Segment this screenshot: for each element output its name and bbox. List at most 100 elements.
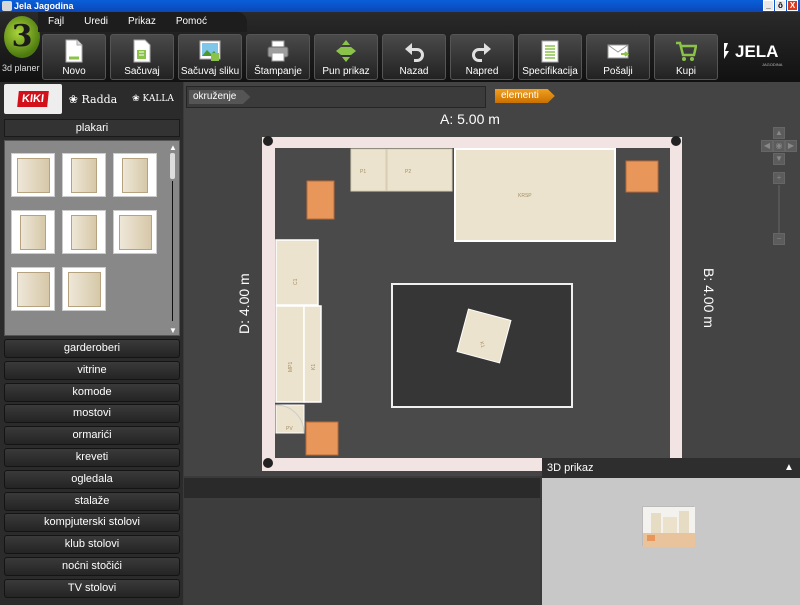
close-button[interactable]: X	[787, 0, 798, 11]
redo-button[interactable]: Napred	[450, 34, 514, 80]
menu-uredi[interactable]: Uredi	[74, 12, 118, 32]
tab-radda[interactable]: ❀ Radda	[64, 84, 122, 114]
save-document-icon	[133, 39, 151, 63]
app-window: Jela Jagodina _ ô X 3 3d planer Fajl Ure…	[0, 0, 800, 605]
specification-list-icon	[541, 40, 559, 63]
furniture-p2[interactable]	[386, 148, 453, 192]
furniture-c1-label: C1	[293, 278, 299, 285]
print-button[interactable]: Štampanje	[246, 34, 310, 80]
product-thumbnail[interactable]	[113, 210, 157, 254]
view-3d-title: 3D prikaz	[547, 462, 594, 474]
view-3d-header: 3D prikaz ▲	[542, 458, 800, 478]
category-garderoberi[interactable]: garderoberi	[4, 339, 180, 358]
dimension-a-label: A: 5.00 m	[440, 111, 500, 127]
product-thumbnail[interactable]	[11, 267, 55, 311]
menu-fajl[interactable]: Fajl	[38, 12, 74, 32]
product-thumbnail[interactable]	[62, 267, 106, 311]
category-komode[interactable]: komode	[4, 382, 180, 402]
category-selected-plakari[interactable]: plakari	[4, 119, 180, 137]
view-3d-preview[interactable]	[642, 506, 695, 547]
thumbnail-scrollbar[interactable]: ▲ ▼	[168, 141, 177, 335]
save-image-button[interactable]: Sačuvaj sliku	[178, 34, 242, 80]
scroll-thumb[interactable]	[170, 153, 175, 179]
corner-handle[interactable]	[263, 458, 273, 468]
pan-down-icon[interactable]: ▼	[773, 153, 785, 165]
brand-logo-name: JELA	[735, 42, 779, 61]
category-nocni-stocici[interactable]: noćni stočići	[4, 556, 180, 576]
specification-button[interactable]: Specifikacija	[518, 34, 582, 80]
new-button[interactable]: Novo	[42, 34, 106, 80]
undo-button[interactable]: Nazad	[382, 34, 446, 80]
corner-handle[interactable]	[263, 136, 273, 146]
breadcrumb-okruzenje[interactable]: okruženje	[189, 90, 251, 104]
category-ormarici[interactable]: ormarići	[4, 426, 180, 446]
full-view-button[interactable]: Pun prikaz	[314, 34, 378, 80]
zoom-slider-track[interactable]	[778, 185, 780, 233]
minimize-button[interactable]: _	[763, 0, 774, 11]
category-tv-stolovi[interactable]: TV stolovi	[4, 578, 180, 598]
tab-kalla[interactable]: ❀ KALLA	[124, 84, 182, 114]
save-image-icon	[199, 40, 221, 61]
menu-prikaz[interactable]: Prikaz	[118, 12, 166, 32]
send-envelope-icon	[607, 44, 629, 59]
specification-button-label: Specifikacija	[522, 66, 578, 77]
menu-bar: Fajl Uredi Prikaz Pomoć	[38, 12, 247, 32]
shopping-cart-icon	[676, 41, 697, 61]
category-vitrine[interactable]: vitrine	[4, 360, 180, 380]
maximize-button[interactable]: ô	[775, 0, 786, 11]
buy-button[interactable]: Kupi	[654, 34, 718, 80]
corner-handle[interactable]	[671, 136, 681, 146]
pan-center-icon[interactable]: ◉	[773, 140, 785, 152]
product-thumbnail[interactable]	[62, 153, 106, 197]
category-stalaze[interactable]: stalaže	[4, 491, 180, 511]
furniture-p1-label: P1	[360, 169, 366, 175]
category-kreveti[interactable]: kreveti	[4, 447, 180, 467]
title-bar: Jela Jagodina _ ô X	[0, 0, 800, 12]
furniture-krsp[interactable]	[454, 148, 616, 242]
product-thumbnail[interactable]	[11, 153, 55, 197]
room-plan-canvas[interactable]: P1 P2 KRSP C1 MP1 K1 PV K1 A: 5.00 m B: …	[184, 82, 800, 476]
view-3d-panel: 3D prikaz ▲	[542, 458, 800, 605]
furniture-orange-box[interactable]	[306, 180, 335, 220]
collapse-icon[interactable]: ▲	[782, 458, 796, 478]
pan-up-icon[interactable]: ▲	[773, 127, 785, 139]
furniture-mp[interactable]	[275, 305, 305, 403]
zoom-out-icon[interactable]: −	[773, 233, 785, 245]
printer-icon	[267, 40, 289, 62]
furniture-orange-box[interactable]	[305, 421, 339, 456]
pan-left-icon[interactable]: ◀	[761, 140, 773, 152]
furniture-c1[interactable]	[275, 239, 319, 306]
dimension-d-label: D: 4.00 m	[236, 273, 252, 334]
toolbar: Novo Sačuvaj Sačuvaj sliku Štampanje Pun…	[42, 34, 718, 80]
furniture-k[interactable]	[303, 305, 322, 403]
scroll-down-icon[interactable]: ▼	[169, 326, 177, 335]
scroll-up-icon[interactable]: ▲	[169, 143, 177, 152]
breadcrumb-elementi[interactable]: elementi	[495, 89, 555, 103]
tab-kiki[interactable]: KIKI	[4, 84, 62, 114]
product-thumbnail[interactable]	[113, 153, 157, 197]
send-button[interactable]: Pošalji	[586, 34, 650, 80]
jela-brand-logo: JELA JAGODINA	[722, 42, 782, 67]
full-view-button-label: Pun prikaz	[322, 66, 370, 77]
category-ogledala[interactable]: ogledala	[4, 469, 180, 489]
zoom-in-icon[interactable]: +	[773, 172, 785, 184]
pan-right-icon[interactable]: ▶	[785, 140, 797, 152]
room-plan-drawing[interactable]: P1 P2 KRSP C1 MP1 K1 PV K1 A: 5.00 m B: …	[184, 82, 800, 476]
breadcrumb: okruženje	[186, 86, 486, 108]
furniture-krsp-label: KRSP	[518, 193, 532, 199]
category-klub-stolovi[interactable]: klub stolovi	[4, 535, 180, 555]
product-thumbnail[interactable]	[62, 210, 106, 254]
jela-mark-icon	[724, 43, 729, 59]
category-mostovi[interactable]: mostovi	[4, 404, 180, 424]
save-button[interactable]: Sačuvaj	[110, 34, 174, 80]
furniture-sv-label: PV	[286, 426, 293, 432]
furniture-orange-box[interactable]	[625, 160, 659, 193]
furniture-p1[interactable]	[350, 148, 387, 192]
brand-tabs: KIKI ❀ Radda ❀ KALLA	[4, 84, 182, 114]
category-kompjuterski-stolovi[interactable]: kompjuterski stolovi	[4, 513, 180, 533]
product-thumbnail[interactable]	[11, 210, 55, 254]
menu-pomoc[interactable]: Pomoć	[166, 12, 217, 32]
fit-view-icon	[336, 40, 356, 62]
preview-render	[643, 507, 695, 547]
properties-panel-header	[184, 478, 540, 498]
